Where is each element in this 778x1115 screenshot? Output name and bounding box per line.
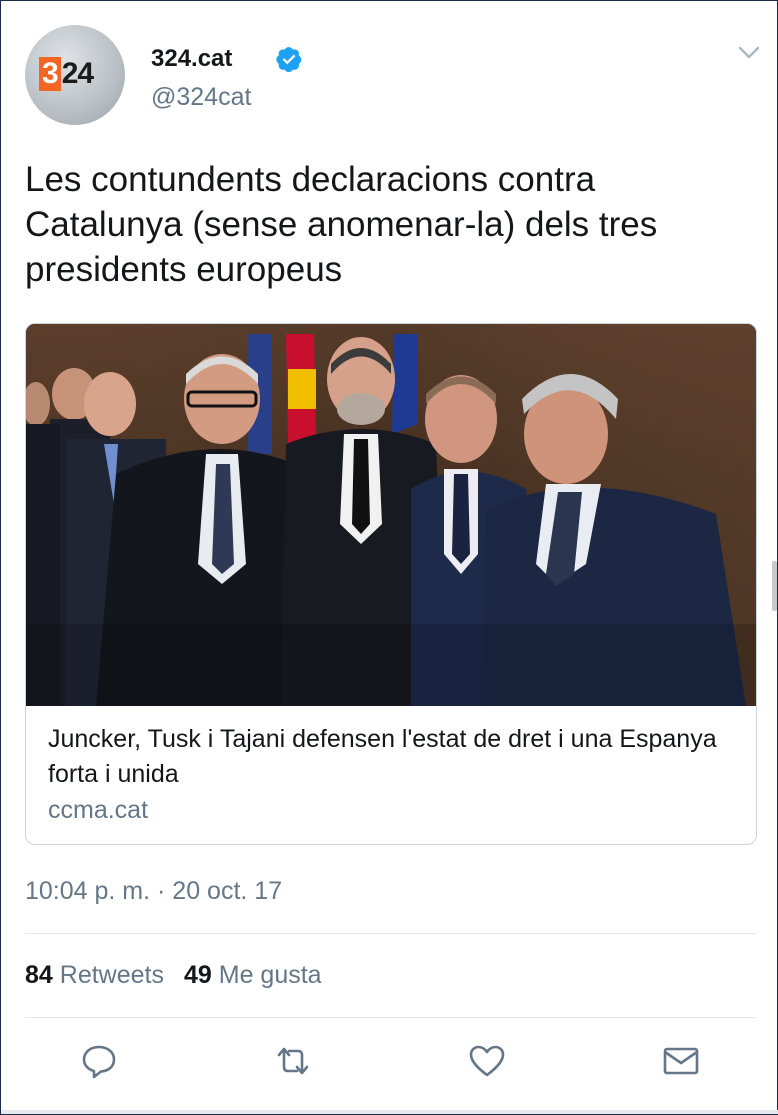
scrollbar[interactable] (772, 561, 777, 611)
tweet-detail-page: 3 24 324.cat @324cat Les contundents decl… (0, 0, 778, 1115)
card-image[interactable] (26, 324, 756, 706)
retweets-stat[interactable]: 84 Retweets (25, 961, 164, 989)
tweet-header: 3 24 324.cat @324cat (25, 25, 761, 127)
chevron-down-icon[interactable] (737, 41, 761, 65)
verified-badge-icon (276, 47, 302, 73)
divider (25, 933, 755, 934)
likes-label: Me gusta (218, 961, 322, 989)
tweet-timestamp[interactable]: 10:04 p. m. · 20 oct. 17 (25, 877, 282, 906)
card-title[interactable]: Juncker, Tusk i Tajani defensen l'estat … (48, 722, 728, 792)
retweets-label: Retweets (59, 961, 164, 989)
avatar-logo: 3 24 (39, 57, 94, 91)
card-domain: ccma.cat (48, 796, 149, 824)
tweet-text: Les contundents declaracions contra Cata… (25, 160, 658, 289)
author-name[interactable]: 324.cat (151, 45, 232, 73)
tweet-actions (1, 1041, 778, 1091)
link-card[interactable]: Juncker, Tusk i Tajani defensen l'estat … (25, 323, 757, 845)
avatar[interactable]: 3 24 (25, 25, 125, 125)
likes-stat[interactable]: 49 Me gusta (184, 961, 322, 989)
author-handle[interactable]: @324cat (151, 83, 251, 112)
envelope-icon[interactable] (661, 1041, 701, 1081)
tweet-stats: 84 Retweets 49 Me gusta (25, 961, 322, 990)
reply-icon[interactable] (79, 1041, 119, 1081)
retweets-count: 84 (25, 961, 53, 989)
retweet-icon[interactable] (273, 1041, 313, 1081)
heart-icon[interactable] (467, 1041, 507, 1081)
likes-count: 49 (183, 961, 212, 989)
divider (25, 1017, 755, 1018)
bottom-border (1, 1110, 778, 1114)
